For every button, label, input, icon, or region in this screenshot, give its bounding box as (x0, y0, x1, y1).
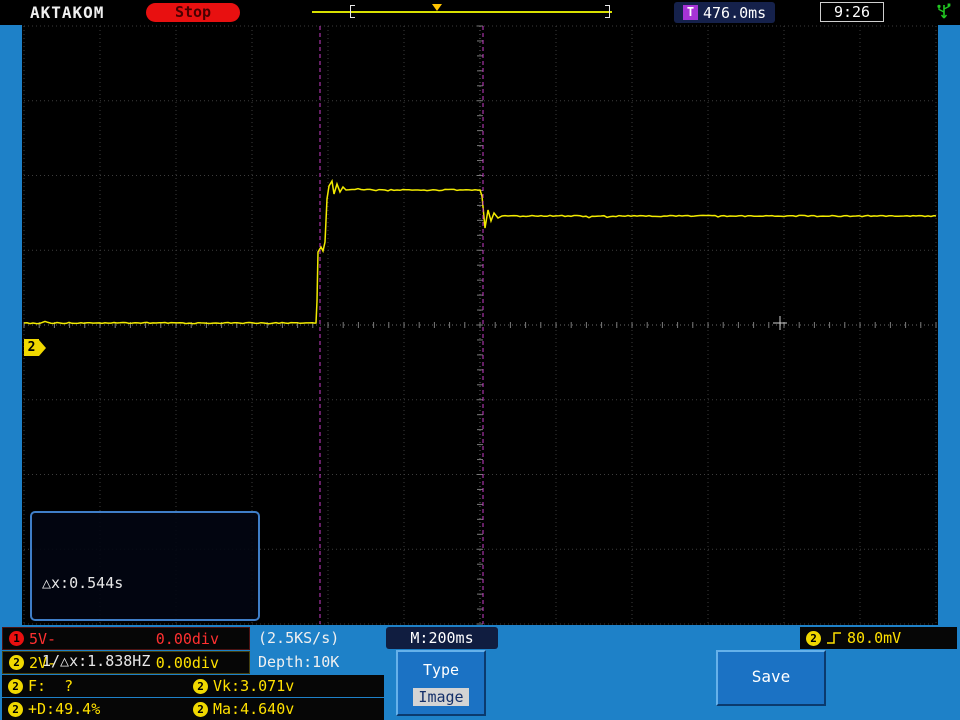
save-button[interactable]: Save (716, 650, 826, 706)
channel2-marker-label: 2 (24, 339, 39, 356)
usb-icon (936, 3, 952, 25)
measure-channel-badge: 2 (8, 678, 23, 694)
channel2-badge: 2 (9, 655, 24, 670)
window-bracket-left-icon (350, 5, 355, 18)
trigger-channel-badge: 2 (806, 630, 821, 646)
cursor-readout-panel: △x:0.544s 1/△x:1.838HZ x1:-0.484s x2:60.… (30, 511, 260, 670)
waveform-display: 2 △x:0.544s 1/△x:1.838HZ x1:-0.484s x2:6… (22, 25, 938, 670)
memory-depth: Depth:10K (258, 653, 340, 671)
clock: 9:26 (820, 2, 884, 22)
channel1-badge: 1 (9, 631, 24, 646)
rising-edge-icon (827, 632, 841, 644)
window-bracket-right-icon (605, 5, 610, 18)
oscilloscope-ui: AKTAKOM Stop T 476.0ms 9:26 2 △x:0.544s … (0, 0, 960, 720)
type-button[interactable]: Type Image (396, 650, 486, 716)
brand-logo: AKTAKOM (30, 3, 105, 22)
channel2-position-marker[interactable]: 2 (24, 339, 46, 356)
trigger-time-value: 476.0ms (703, 3, 767, 22)
trigger-level-value: 80.0mV (847, 629, 902, 647)
trigger-level-info: 2 80.0mV (800, 627, 957, 649)
trigger-time-display: T 476.0ms (674, 2, 776, 23)
trigger-position-marker-icon[interactable] (432, 4, 442, 11)
type-button-label: Type (422, 661, 460, 679)
top-bar: AKTAKOM Stop T 476.0ms 9:26 (0, 0, 960, 25)
sample-rate: (2.5KS/s) (258, 629, 340, 647)
cursor-inverse-delta-x: 1/△x:1.838HZ (42, 652, 151, 670)
trigger-point-cross-icon (773, 316, 787, 330)
measure-channel-badge: 2 (8, 701, 23, 717)
trigger-position-bar[interactable] (312, 4, 612, 20)
channel2-marker-arrow-icon (39, 339, 46, 356)
type-button-value[interactable]: Image (413, 688, 469, 706)
acquisition-window-line (312, 11, 612, 13)
timebase-display: M:200ms (386, 627, 498, 649)
trigger-icon: T (683, 5, 698, 20)
run-state-badge[interactable]: Stop (146, 3, 240, 22)
cursor-delta-x: △x:0.544s (42, 574, 124, 592)
